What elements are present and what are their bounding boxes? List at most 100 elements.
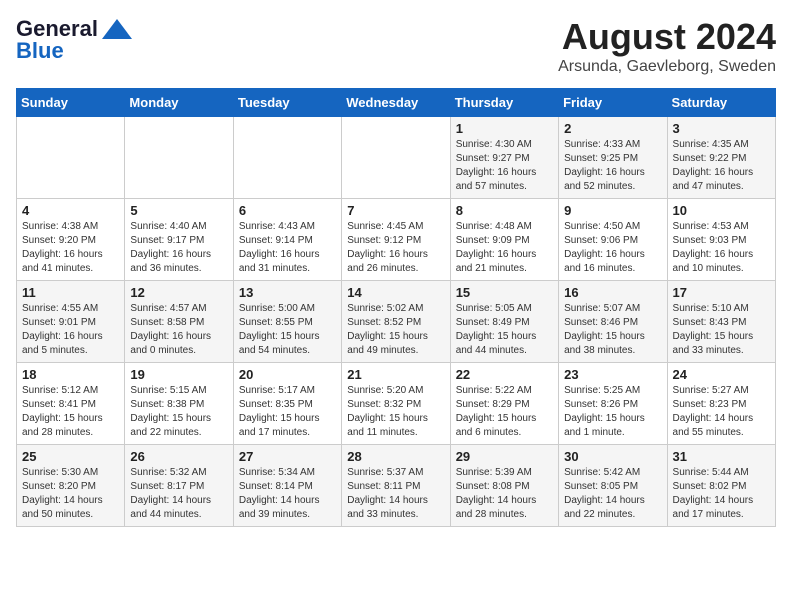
day-number: 3 [673, 121, 770, 136]
logo: General Blue [16, 16, 132, 64]
calendar-cell [17, 117, 125, 199]
day-content: Sunrise: 5:17 AM Sunset: 8:35 PM Dayligh… [239, 384, 336, 440]
calendar-cell: 7 Sunrise: 4:45 AM Sunset: 9:12 PM Daylig… [342, 199, 450, 281]
day-number: 6 [239, 203, 336, 218]
day-content: Sunrise: 5:25 AM Sunset: 8:26 PM Dayligh… [564, 384, 661, 440]
day-number: 12 [130, 285, 227, 300]
calendar-cell: 2 Sunrise: 4:33 AM Sunset: 9:25 PM Daylig… [559, 117, 667, 199]
day-number: 7 [347, 203, 444, 218]
day-number: 30 [564, 449, 661, 464]
day-number: 9 [564, 203, 661, 218]
day-number: 20 [239, 367, 336, 382]
day-number: 1 [456, 121, 553, 136]
calendar-cell: 13 Sunrise: 5:00 AM Sunset: 8:55 PM Dayli… [233, 281, 341, 363]
day-content: Sunrise: 5:02 AM Sunset: 8:52 PM Dayligh… [347, 302, 444, 358]
calendar-cell: 11 Sunrise: 4:55 AM Sunset: 9:01 PM Dayli… [17, 281, 125, 363]
calendar-cell: 30 Sunrise: 5:42 AM Sunset: 8:05 PM Dayli… [559, 445, 667, 527]
day-content: Sunrise: 5:27 AM Sunset: 8:23 PM Dayligh… [673, 384, 770, 440]
col-header-sunday: Sunday [17, 89, 125, 117]
calendar-cell: 5 Sunrise: 4:40 AM Sunset: 9:17 PM Daylig… [125, 199, 233, 281]
calendar-cell: 12 Sunrise: 4:57 AM Sunset: 8:58 PM Dayli… [125, 281, 233, 363]
calendar-cell: 10 Sunrise: 4:53 AM Sunset: 9:03 PM Dayli… [667, 199, 775, 281]
day-content: Sunrise: 5:12 AM Sunset: 8:41 PM Dayligh… [22, 384, 119, 440]
day-number: 8 [456, 203, 553, 218]
calendar-cell: 20 Sunrise: 5:17 AM Sunset: 8:35 PM Dayli… [233, 363, 341, 445]
day-content: Sunrise: 4:50 AM Sunset: 9:06 PM Dayligh… [564, 220, 661, 276]
col-header-wednesday: Wednesday [342, 89, 450, 117]
calendar-cell: 14 Sunrise: 5:02 AM Sunset: 8:52 PM Dayli… [342, 281, 450, 363]
day-number: 10 [673, 203, 770, 218]
day-number: 28 [347, 449, 444, 464]
day-number: 14 [347, 285, 444, 300]
day-content: Sunrise: 4:55 AM Sunset: 9:01 PM Dayligh… [22, 302, 119, 358]
calendar-cell: 31Sunrise: 5:44 AM Sunset: 8:02 PM Dayli… [667, 445, 775, 527]
calendar-week-4: 18 Sunrise: 5:12 AM Sunset: 8:41 PM Dayli… [17, 363, 776, 445]
calendar-cell: 4Sunrise: 4:38 AM Sunset: 9:20 PM Daylig… [17, 199, 125, 281]
calendar-cell: 6 Sunrise: 4:43 AM Sunset: 9:14 PM Daylig… [233, 199, 341, 281]
day-number: 25 [22, 449, 119, 464]
calendar-cell: 27Sunrise: 5:34 AM Sunset: 8:14 PM Dayli… [233, 445, 341, 527]
calendar-cell [233, 117, 341, 199]
page-header: General Blue August 2024 Arsunda, Gaevle… [16, 16, 776, 76]
day-content: Sunrise: 4:43 AM Sunset: 9:14 PM Dayligh… [239, 220, 336, 276]
day-content: Sunrise: 5:00 AM Sunset: 8:55 PM Dayligh… [239, 302, 336, 358]
day-number: 23 [564, 367, 661, 382]
day-content: Sunrise: 5:42 AM Sunset: 8:05 PM Dayligh… [564, 466, 661, 522]
col-header-tuesday: Tuesday [233, 89, 341, 117]
day-number: 2 [564, 121, 661, 136]
logo-text-blue: Blue [16, 38, 64, 64]
calendar-cell: 21 Sunrise: 5:20 AM Sunset: 8:32 PM Dayli… [342, 363, 450, 445]
day-number: 27 [239, 449, 336, 464]
day-number: 11 [22, 285, 119, 300]
sub-title: Arsunda, Gaevleborg, Sweden [558, 58, 776, 76]
day-content: Sunrise: 5:20 AM Sunset: 8:32 PM Dayligh… [347, 384, 444, 440]
calendar-week-3: 11 Sunrise: 4:55 AM Sunset: 9:01 PM Dayli… [17, 281, 776, 363]
day-content: Sunrise: 4:53 AM Sunset: 9:03 PM Dayligh… [673, 220, 770, 276]
day-content: Sunrise: 4:45 AM Sunset: 9:12 PM Dayligh… [347, 220, 444, 276]
day-number: 18 [22, 367, 119, 382]
day-number: 22 [456, 367, 553, 382]
calendar-cell: 3Sunrise: 4:35 AM Sunset: 9:22 PM Daylig… [667, 117, 775, 199]
day-content: Sunrise: 5:10 AM Sunset: 8:43 PM Dayligh… [673, 302, 770, 358]
calendar-cell: 23 Sunrise: 5:25 AM Sunset: 8:26 PM Dayli… [559, 363, 667, 445]
day-content: Sunrise: 5:39 AM Sunset: 8:08 PM Dayligh… [456, 466, 553, 522]
calendar-cell: 19 Sunrise: 5:15 AM Sunset: 8:38 PM Dayli… [125, 363, 233, 445]
day-content: Sunrise: 5:30 AM Sunset: 8:20 PM Dayligh… [22, 466, 119, 522]
calendar-cell [125, 117, 233, 199]
day-content: Sunrise: 4:33 AM Sunset: 9:25 PM Dayligh… [564, 138, 661, 194]
day-content: Sunrise: 4:30 AM Sunset: 9:27 PM Dayligh… [456, 138, 553, 194]
day-number: 15 [456, 285, 553, 300]
calendar-cell: 17Sunrise: 5:10 AM Sunset: 8:43 PM Dayli… [667, 281, 775, 363]
calendar-cell: 18 Sunrise: 5:12 AM Sunset: 8:41 PM Dayli… [17, 363, 125, 445]
day-content: Sunrise: 4:40 AM Sunset: 9:17 PM Dayligh… [130, 220, 227, 276]
col-header-thursday: Thursday [450, 89, 558, 117]
col-header-monday: Monday [125, 89, 233, 117]
calendar-cell: 16Sunrise: 5:07 AM Sunset: 8:46 PM Dayli… [559, 281, 667, 363]
calendar-cell: 8 Sunrise: 4:48 AM Sunset: 9:09 PM Daylig… [450, 199, 558, 281]
calendar-cell [342, 117, 450, 199]
day-content: Sunrise: 5:07 AM Sunset: 8:46 PM Dayligh… [564, 302, 661, 358]
day-number: 24 [673, 367, 770, 382]
day-content: Sunrise: 4:57 AM Sunset: 8:58 PM Dayligh… [130, 302, 227, 358]
calendar-week-5: 25 Sunrise: 5:30 AM Sunset: 8:20 PM Dayli… [17, 445, 776, 527]
day-number: 21 [347, 367, 444, 382]
day-content: Sunrise: 5:32 AM Sunset: 8:17 PM Dayligh… [130, 466, 227, 522]
day-number: 26 [130, 449, 227, 464]
day-number: 5 [130, 203, 227, 218]
day-content: Sunrise: 4:38 AM Sunset: 9:20 PM Dayligh… [22, 220, 119, 276]
day-content: Sunrise: 5:15 AM Sunset: 8:38 PM Dayligh… [130, 384, 227, 440]
day-content: Sunrise: 4:48 AM Sunset: 9:09 PM Dayligh… [456, 220, 553, 276]
calendar-cell: 22Sunrise: 5:22 AM Sunset: 8:29 PM Dayli… [450, 363, 558, 445]
col-header-friday: Friday [559, 89, 667, 117]
calendar-week-1: 1 Sunrise: 4:30 AM Sunset: 9:27 PM Daylig… [17, 117, 776, 199]
day-number: 13 [239, 285, 336, 300]
calendar-table: SundayMondayTuesdayWednesdayThursdayFrid… [16, 88, 776, 527]
calendar-week-2: 4Sunrise: 4:38 AM Sunset: 9:20 PM Daylig… [17, 199, 776, 281]
calendar-cell: 24 Sunrise: 5:27 AM Sunset: 8:23 PM Dayli… [667, 363, 775, 445]
day-content: Sunrise: 5:44 AM Sunset: 8:02 PM Dayligh… [673, 466, 770, 522]
logo-icon [102, 19, 132, 39]
calendar-cell: 9 Sunrise: 4:50 AM Sunset: 9:06 PM Daylig… [559, 199, 667, 281]
calendar-cell: 26 Sunrise: 5:32 AM Sunset: 8:17 PM Dayli… [125, 445, 233, 527]
day-number: 19 [130, 367, 227, 382]
day-content: Sunrise: 5:05 AM Sunset: 8:49 PM Dayligh… [456, 302, 553, 358]
